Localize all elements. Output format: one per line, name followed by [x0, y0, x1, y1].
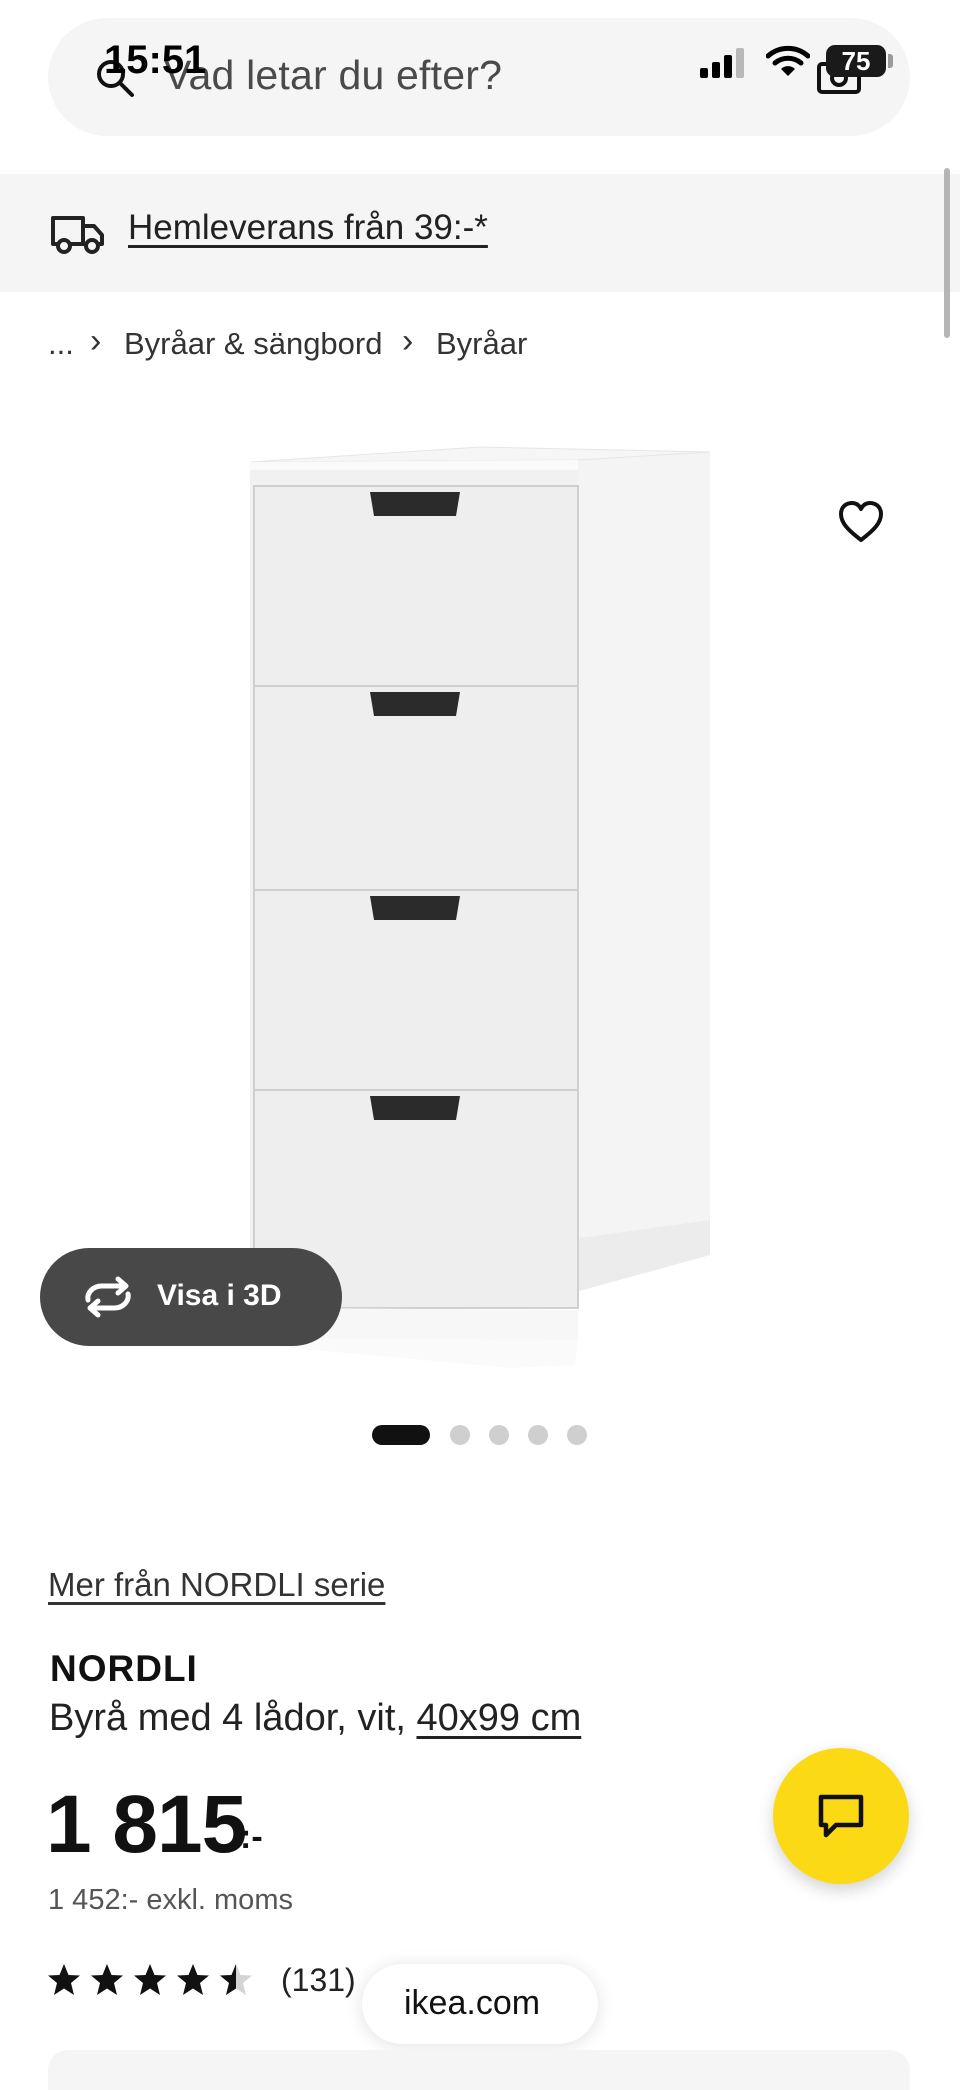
breadcrumb-separator-icon: › — [90, 322, 102, 360]
carousel-dot[interactable] — [567, 1425, 587, 1445]
browser-url-text[interactable]: ikea.com — [404, 1984, 540, 2023]
status-time: 15:51 — [104, 38, 207, 82]
breadcrumb-item-byraar[interactable]: Byråar — [436, 326, 527, 362]
series-link[interactable]: Mer från NORDLI serie — [48, 1566, 385, 1604]
product-size-link[interactable]: 40x99 cm — [417, 1697, 582, 1739]
star-rating-icon[interactable] — [46, 1962, 264, 1998]
search-input[interactable]: Vad letar du efter? — [164, 52, 502, 99]
cellular-signal-icon — [700, 48, 744, 78]
price: 1 815 — [46, 1779, 247, 1870]
heart-icon[interactable] — [838, 500, 884, 544]
truck-icon — [51, 216, 104, 254]
price-excluding-vat: 1 452:- exkl. moms — [48, 1884, 293, 1916]
bottom-card — [48, 2050, 910, 2090]
carousel-dot[interactable] — [450, 1425, 470, 1445]
wifi-icon — [766, 45, 810, 76]
price-suffix: :- — [240, 1818, 263, 1856]
breadcrumb-ellipsis[interactable]: ... — [48, 326, 74, 362]
review-count[interactable]: (131) — [281, 1962, 356, 1999]
product-image[interactable] — [230, 440, 750, 1380]
product-description-text: Byrå med 4 lådor, vit, — [49, 1697, 406, 1739]
product-description: Byrå med 4 lådor, vit, 40x99 cm — [49, 1697, 581, 1740]
chat-bubble-icon — [818, 1794, 864, 1838]
rotate-3d-icon — [85, 1276, 131, 1318]
battery-indicator: 75 — [826, 45, 886, 77]
carousel-dot-active[interactable] — [372, 1425, 430, 1445]
breadcrumb-item-byraar-sangbord[interactable]: Byråar & sängbord — [124, 326, 382, 362]
battery-tip — [888, 54, 893, 68]
home-delivery-link[interactable]: Hemleverans från 39:-* — [128, 208, 488, 248]
breadcrumb-separator-icon: › — [402, 322, 414, 360]
product-name: NORDLI — [50, 1648, 198, 1689]
view-3d-label: Visa i 3D — [157, 1279, 282, 1312]
carousel-dot[interactable] — [489, 1425, 509, 1445]
scrollbar-thumb[interactable] — [944, 168, 950, 338]
carousel-dot[interactable] — [528, 1425, 548, 1445]
